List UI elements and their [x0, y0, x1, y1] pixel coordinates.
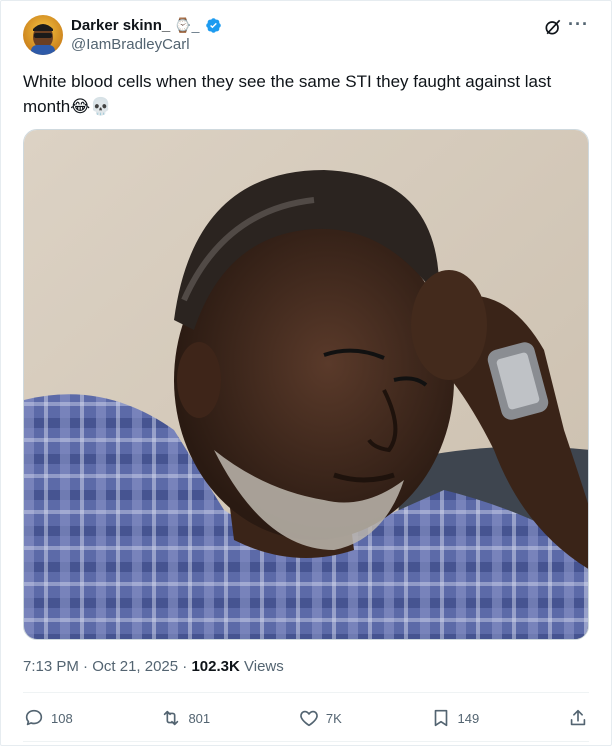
author-display-name[interactable]: Darker skinn_	[71, 17, 170, 34]
tweet-text: White blood cells when they see the same…	[23, 69, 593, 119]
tweet-card: Darker skinn_ ⌚_ @IamBradleyCarl ··· Whi…	[0, 0, 612, 746]
divider	[23, 741, 589, 742]
tweet-meta: 7:13 PM · Oct 21, 2025 · 102.3K Views	[23, 658, 284, 675]
like-button[interactable]: 7K	[298, 707, 342, 729]
repost-count: 801	[188, 710, 211, 726]
views-count: 102.3K	[191, 658, 240, 675]
repost-button[interactable]: 801	[160, 707, 210, 729]
tweet-time[interactable]: 7:13 PM	[23, 658, 79, 675]
meta-separator: ·	[83, 658, 89, 675]
reply-button[interactable]: 108	[23, 707, 73, 729]
verified-badge-icon	[206, 17, 222, 33]
author-handle[interactable]: @IamBradleyCarl	[71, 36, 190, 53]
heart-icon	[300, 710, 318, 727]
repost-icon	[164, 710, 179, 726]
share-button[interactable]	[567, 707, 589, 729]
photo-image	[24, 130, 588, 639]
bookmark-icon	[434, 709, 447, 727]
author-name-emoji: ⌚_	[174, 16, 200, 33]
meta-separator: ·	[182, 658, 188, 675]
reply-icon	[25, 709, 43, 726]
tweet-actions: 108 801 7K 149	[23, 704, 589, 732]
avatar[interactable]	[23, 15, 63, 55]
like-count: 7K	[325, 710, 342, 726]
laughing-emoji-icon: 😂	[70, 97, 91, 116]
views-label: Views	[244, 658, 284, 675]
skull-emoji-icon: 💀	[90, 97, 112, 116]
bookmark-button[interactable]: 149	[430, 707, 480, 729]
grok-icon[interactable]	[543, 17, 563, 37]
more-icon[interactable]: ···	[568, 15, 589, 33]
tweet-date[interactable]: Oct 21, 2025	[92, 658, 178, 675]
tweet-photo[interactable]	[23, 129, 589, 640]
bookmark-count: 149	[457, 710, 480, 726]
divider	[23, 692, 589, 693]
share-icon	[570, 709, 586, 726]
author-name-row[interactable]: Darker skinn_ ⌚_	[71, 15, 222, 35]
reply-count: 108	[51, 710, 73, 726]
